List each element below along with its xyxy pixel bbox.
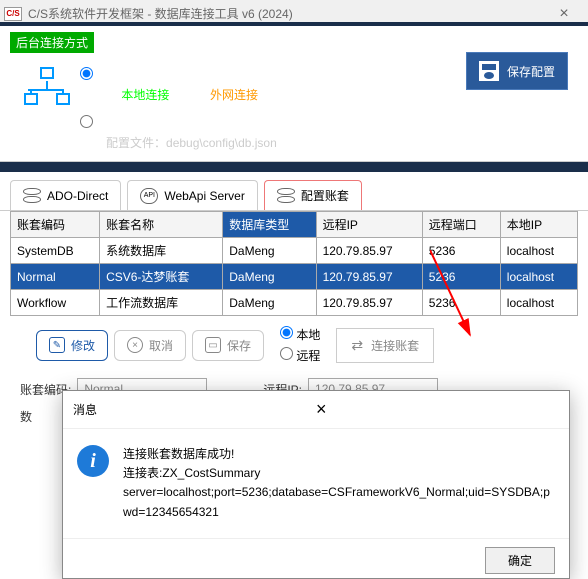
local-conn-radio[interactable]: ◉ 本地连接 [106,86,169,103]
info-icon: i [77,445,109,477]
database-icon [277,188,295,204]
col-name[interactable]: 账套名称 [100,212,223,238]
backend-mode-badge: 后台连接方式 [10,32,94,53]
save-button[interactable]: ▭保存 [192,330,264,361]
account-table: 账套编码 账套名称 数据库类型 远程IP 远程端口 本地IP SystemDB系… [10,211,578,316]
network-icon [22,67,72,107]
dialog-close-icon[interactable]: × [316,399,559,420]
remote-conn-radio[interactable]: ○ 外网连接 [199,86,258,103]
tab-ado-direct[interactable]: ADO-Direct [10,180,121,210]
table-row[interactable]: SystemDB系统数据库DaMeng120.79.85.975236local… [11,238,578,264]
app-logo: C/S [4,7,22,21]
api-icon: API [140,188,158,204]
ado-direct-radio[interactable]: ADO-Direct模式(ADO直连模式) [80,65,277,82]
shuffle-icon: ⇄ [351,337,363,354]
message-dialog: 消息 × i 连接账套数据库成功! 连接表:ZX_CostSummary ser… [62,390,570,579]
connect-account-button[interactable]: ⇄连接账套 [336,328,434,363]
database-icon [23,188,41,204]
tabs: ADO-Direct APIWebApi Server 配置账套 [0,172,588,211]
local-radio[interactable]: 本地 [280,326,320,343]
save-config-button[interactable]: 保存配置 [466,52,568,90]
close-icon[interactable]: × [544,5,584,23]
col-remoteport[interactable]: 远程端口 [422,212,500,238]
dialog-message: 连接账套数据库成功! 连接表:ZX_CostSummary server=loc… [123,445,555,522]
toolbar: ✎修改 ×取消 ▭保存 本地 远程 ⇄连接账套 [0,316,588,374]
edit-button[interactable]: ✎修改 [36,330,108,361]
dialog-title: 消息 [73,401,316,418]
table-row[interactable]: Workflow工作流数据库DaMeng120.79.85.975236loca… [11,290,578,316]
col-remoteip[interactable]: 远程IP [316,212,422,238]
remote-radio[interactable]: 远程 [280,347,320,364]
col-dbtype[interactable]: 数据库类型 [223,212,316,238]
save-icon: ▭ [205,337,221,353]
window-title: C/S系统软件开发框架 - 数据库连接工具 v6 (2024) [28,5,544,22]
table-row[interactable]: NormalCSV6-达梦账套DaMeng120.79.85.975236loc… [11,264,578,290]
save-icon [479,61,499,81]
cancel-button[interactable]: ×取消 [114,330,186,361]
webapi-radio[interactable]: WebApi服务器 [80,113,277,130]
tab-config-account[interactable]: 配置账套 [264,180,362,210]
ok-button[interactable]: 确定 [485,547,555,574]
edit-icon: ✎ [49,337,65,353]
tab-webapi-server[interactable]: APIWebApi Server [127,180,257,210]
config-file-path: 配置文件：debug\config\db.json [106,134,277,151]
col-code[interactable]: 账套编码 [11,212,100,238]
cancel-icon: × [127,337,143,353]
col-localip[interactable]: 本地IP [500,212,577,238]
